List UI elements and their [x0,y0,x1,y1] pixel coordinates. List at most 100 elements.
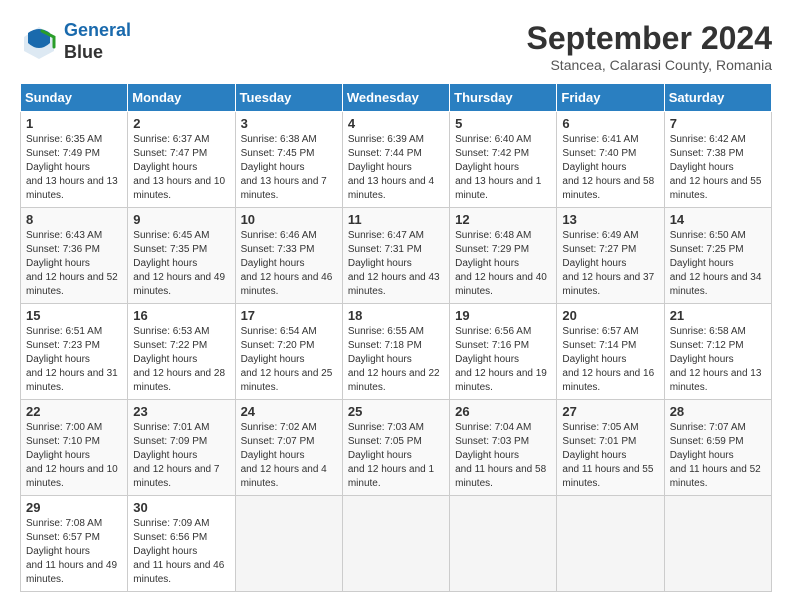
sunset-label: Sunset: 7:40 PM [562,148,636,159]
header-monday: Monday [128,84,235,112]
sunrise-label: Sunrise: 6:55 AM [348,326,424,337]
header-thursday: Thursday [450,84,557,112]
sunset-label: Sunset: 7:12 PM [670,340,744,351]
daylight-duration: and 13 hours and 13 minutes. [26,176,118,201]
day-info: Sunrise: 6:55 AM Sunset: 7:18 PM Dayligh… [348,325,444,395]
daylight-label: Daylight hours [133,546,197,557]
sunrise-label: Sunrise: 6:38 AM [241,134,317,145]
sunset-label: Sunset: 7:44 PM [348,148,422,159]
daylight-duration: and 13 hours and 4 minutes. [348,176,434,201]
day-info: Sunrise: 6:42 AM Sunset: 7:38 PM Dayligh… [670,133,766,203]
sunset-label: Sunset: 7:20 PM [241,340,315,351]
day-info: Sunrise: 6:56 AM Sunset: 7:16 PM Dayligh… [455,325,551,395]
calendar-cell: 22 Sunrise: 7:00 AM Sunset: 7:10 PM Dayl… [21,400,128,496]
calendar-header-row: Sunday Monday Tuesday Wednesday Thursday… [21,84,772,112]
calendar-cell: 19 Sunrise: 6:56 AM Sunset: 7:16 PM Dayl… [450,304,557,400]
sunrise-label: Sunrise: 7:09 AM [133,518,209,529]
sunset-label: Sunset: 7:35 PM [133,244,207,255]
calendar-cell: 16 Sunrise: 6:53 AM Sunset: 7:22 PM Dayl… [128,304,235,400]
day-number: 1 [26,116,122,131]
daylight-label: Daylight hours [26,162,90,173]
calendar-cell: 20 Sunrise: 6:57 AM Sunset: 7:14 PM Dayl… [557,304,664,400]
daylight-duration: and 12 hours and 25 minutes. [241,368,333,393]
daylight-duration: and 11 hours and 55 minutes. [562,464,653,489]
sunset-label: Sunset: 7:23 PM [26,340,100,351]
daylight-label: Daylight hours [133,162,197,173]
sunset-label: Sunset: 7:22 PM [133,340,207,351]
calendar-cell: 13 Sunrise: 6:49 AM Sunset: 7:27 PM Dayl… [557,208,664,304]
sunrise-label: Sunrise: 6:56 AM [455,326,531,337]
day-info: Sunrise: 6:53 AM Sunset: 7:22 PM Dayligh… [133,325,229,395]
sunset-label: Sunset: 7:07 PM [241,436,315,447]
day-number: 7 [670,116,766,131]
logo-text: General Blue [64,20,131,63]
calendar-cell [235,496,342,592]
sunset-label: Sunset: 7:25 PM [670,244,744,255]
calendar-cell: 7 Sunrise: 6:42 AM Sunset: 7:38 PM Dayli… [664,112,771,208]
sunset-label: Sunset: 7:45 PM [241,148,315,159]
sunrise-label: Sunrise: 6:43 AM [26,230,102,241]
daylight-label: Daylight hours [241,258,305,269]
daylight-duration: and 11 hours and 58 minutes. [455,464,546,489]
location-subtitle: Stancea, Calarasi County, Romania [527,57,772,73]
calendar-cell: 18 Sunrise: 6:55 AM Sunset: 7:18 PM Dayl… [342,304,449,400]
sunrise-label: Sunrise: 6:45 AM [133,230,209,241]
daylight-duration: and 12 hours and 31 minutes. [26,368,118,393]
daylight-duration: and 12 hours and 34 minutes. [670,272,762,297]
sunrise-label: Sunrise: 7:04 AM [455,422,531,433]
day-info: Sunrise: 6:50 AM Sunset: 7:25 PM Dayligh… [670,229,766,299]
sunset-label: Sunset: 7:49 PM [26,148,100,159]
month-title: September 2024 [527,20,772,57]
calendar-cell: 12 Sunrise: 6:48 AM Sunset: 7:29 PM Dayl… [450,208,557,304]
calendar-cell: 24 Sunrise: 7:02 AM Sunset: 7:07 PM Dayl… [235,400,342,496]
day-info: Sunrise: 6:49 AM Sunset: 7:27 PM Dayligh… [562,229,658,299]
day-number: 22 [26,404,122,419]
day-info: Sunrise: 7:00 AM Sunset: 7:10 PM Dayligh… [26,421,122,491]
day-info: Sunrise: 6:40 AM Sunset: 7:42 PM Dayligh… [455,133,551,203]
sunset-label: Sunset: 6:59 PM [670,436,744,447]
sunrise-label: Sunrise: 7:05 AM [562,422,638,433]
day-info: Sunrise: 7:01 AM Sunset: 7:09 PM Dayligh… [133,421,229,491]
daylight-duration: and 12 hours and 52 minutes. [26,272,118,297]
daylight-duration: and 13 hours and 1 minute. [455,176,541,201]
sunset-label: Sunset: 7:47 PM [133,148,207,159]
daylight-duration: and 13 hours and 10 minutes. [133,176,225,201]
logo: General Blue [20,20,131,63]
daylight-duration: and 11 hours and 52 minutes. [670,464,761,489]
calendar-cell: 26 Sunrise: 7:04 AM Sunset: 7:03 PM Dayl… [450,400,557,496]
day-number: 18 [348,308,444,323]
day-number: 16 [133,308,229,323]
calendar-cell: 11 Sunrise: 6:47 AM Sunset: 7:31 PM Dayl… [342,208,449,304]
day-info: Sunrise: 6:35 AM Sunset: 7:49 PM Dayligh… [26,133,122,203]
daylight-duration: and 12 hours and 43 minutes. [348,272,440,297]
day-number: 5 [455,116,551,131]
calendar-cell: 30 Sunrise: 7:09 AM Sunset: 6:56 PM Dayl… [128,496,235,592]
calendar-cell: 3 Sunrise: 6:38 AM Sunset: 7:45 PM Dayli… [235,112,342,208]
calendar-cell: 1 Sunrise: 6:35 AM Sunset: 7:49 PM Dayli… [21,112,128,208]
sunrise-label: Sunrise: 6:53 AM [133,326,209,337]
calendar-week-row: 15 Sunrise: 6:51 AM Sunset: 7:23 PM Dayl… [21,304,772,400]
calendar-cell: 10 Sunrise: 6:46 AM Sunset: 7:33 PM Dayl… [235,208,342,304]
sunrise-label: Sunrise: 7:02 AM [241,422,317,433]
sunset-label: Sunset: 7:33 PM [241,244,315,255]
day-info: Sunrise: 6:38 AM Sunset: 7:45 PM Dayligh… [241,133,337,203]
day-number: 23 [133,404,229,419]
day-info: Sunrise: 7:08 AM Sunset: 6:57 PM Dayligh… [26,517,122,587]
sunrise-label: Sunrise: 7:08 AM [26,518,102,529]
day-info: Sunrise: 7:09 AM Sunset: 6:56 PM Dayligh… [133,517,229,587]
header-sunday: Sunday [21,84,128,112]
daylight-label: Daylight hours [455,354,519,365]
sunrise-label: Sunrise: 6:46 AM [241,230,317,241]
sunrise-label: Sunrise: 6:40 AM [455,134,531,145]
daylight-label: Daylight hours [241,450,305,461]
calendar-cell: 9 Sunrise: 6:45 AM Sunset: 7:35 PM Dayli… [128,208,235,304]
header-saturday: Saturday [664,84,771,112]
daylight-label: Daylight hours [26,354,90,365]
sunrise-label: Sunrise: 7:00 AM [26,422,102,433]
daylight-label: Daylight hours [455,258,519,269]
sunset-label: Sunset: 7:27 PM [562,244,636,255]
daylight-duration: and 12 hours and 13 minutes. [670,368,762,393]
calendar-week-row: 1 Sunrise: 6:35 AM Sunset: 7:49 PM Dayli… [21,112,772,208]
title-block: September 2024 Stancea, Calarasi County,… [527,20,772,73]
day-number: 24 [241,404,337,419]
